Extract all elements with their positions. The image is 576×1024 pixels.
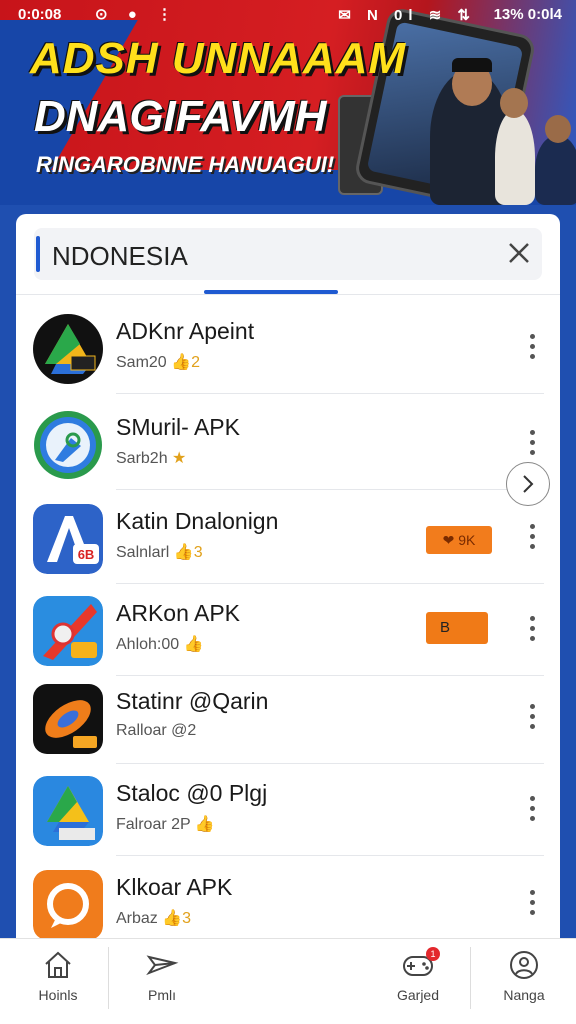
status-left-icons: ⊙ ● ⋮ bbox=[95, 6, 180, 23]
app-title: Statinr @Qarin bbox=[116, 688, 269, 714]
app-subtitle: Ralloar @2 bbox=[116, 722, 197, 739]
status-bar: 0:0:08 ⊙ ● ⋮ ✉ N 0l ≋ ⇅ 13% 0:0l4 bbox=[0, 0, 576, 30]
close-icon[interactable] bbox=[502, 236, 536, 270]
bottom-nav: Hoinls Pmlı 1 Garjed Nanga bbox=[0, 938, 576, 1024]
list-item[interactable]: Statinr @Qarin Ralloar @2 bbox=[16, 670, 560, 764]
status-right-icons: ✉ N 0l ≋ ⇅ bbox=[338, 7, 476, 24]
blue-circle-app-icon bbox=[33, 410, 103, 480]
app-title: SMuril- APK bbox=[116, 414, 240, 440]
banner-tagline: RINGAROBNNE HANUAGUI! bbox=[36, 152, 335, 177]
banner-headline: ADSH UNNAAAM bbox=[30, 34, 407, 83]
nav-label: Hoinls bbox=[38, 987, 78, 1003]
list-item[interactable]: Klkoar APK Arbaz 👍3 bbox=[16, 856, 560, 950]
search-input[interactable]: NDONESIA bbox=[34, 228, 542, 280]
status-time: 0:0:08 bbox=[18, 6, 62, 23]
more-options-icon[interactable] bbox=[528, 524, 536, 552]
nav-profile[interactable]: Nanga bbox=[474, 949, 574, 1019]
banner-person bbox=[495, 110, 535, 205]
divider bbox=[470, 947, 471, 1009]
nav-send[interactable]: Pmlı bbox=[112, 949, 212, 1019]
list-item[interactable]: Staloc @0 Plgj Falroar 2P 👍 bbox=[16, 762, 560, 856]
more-options-icon[interactable] bbox=[528, 890, 536, 918]
svg-text:6B: 6B bbox=[78, 547, 95, 562]
app-subtitle: Sam20 👍2 bbox=[116, 354, 200, 371]
app-title: ADKnr Apeint bbox=[116, 318, 255, 344]
nav-label: Nanga bbox=[503, 987, 545, 1003]
more-options-icon[interactable] bbox=[528, 796, 536, 824]
green-drive-icon bbox=[33, 314, 103, 384]
nav-label: Garjed bbox=[396, 987, 440, 1003]
rocket-app-icon bbox=[33, 596, 103, 666]
dark-orange-app-icon bbox=[33, 684, 103, 754]
app-title: Staloc @0 Plgj bbox=[116, 780, 268, 806]
list-item[interactable]: ARKon APK Ahloh:00 👍 B bbox=[16, 582, 560, 676]
app-list-card: NDONESIA ADKnr Apeint Sam20 👍2 SMuril- A… bbox=[16, 214, 560, 954]
more-options-icon[interactable] bbox=[528, 334, 536, 362]
app-subtitle: Falroar 2P 👍 bbox=[116, 816, 215, 833]
blue-a-app-icon: 6B bbox=[33, 504, 103, 574]
orange-chat-icon bbox=[33, 870, 103, 940]
divider bbox=[108, 947, 109, 1009]
more-options-icon[interactable] bbox=[528, 430, 536, 458]
scroll-button[interactable] bbox=[506, 462, 550, 506]
app-title: ARKon APK bbox=[116, 600, 241, 626]
banner-person-head bbox=[500, 88, 528, 118]
app-subtitle: Arbaz 👍3 bbox=[116, 910, 192, 927]
search-value: NDONESIA bbox=[52, 241, 188, 271]
banner-headline-2: DNAGIFAVMH bbox=[34, 92, 327, 141]
download-badge[interactable]: B bbox=[426, 612, 488, 644]
send-icon bbox=[146, 955, 179, 976]
more-options-icon[interactable] bbox=[528, 704, 536, 732]
nav-home[interactable]: Hoinls bbox=[8, 949, 108, 1019]
list-item[interactable]: 6B Katin Dnalonign Salnlarl 👍3 ❤ 9K bbox=[16, 490, 560, 584]
more-options-icon[interactable] bbox=[528, 616, 536, 644]
status-clock: 13% 0:0l4 bbox=[493, 6, 562, 23]
app-title: Klkoar APK bbox=[116, 874, 233, 900]
list-item[interactable]: ADKnr Apeint Sam20 👍2 bbox=[16, 300, 560, 394]
divider bbox=[116, 393, 544, 394]
divider bbox=[16, 294, 560, 295]
banner-person-cap bbox=[452, 58, 492, 72]
drive-triangle-icon bbox=[33, 776, 103, 846]
app-subtitle: Salnlarl 👍3 bbox=[116, 544, 203, 561]
list-item[interactable]: SMuril- APK Sarb2h ★ bbox=[16, 396, 560, 490]
banner-person bbox=[535, 135, 576, 205]
nav-games[interactable]: 1 Garjed bbox=[368, 947, 468, 1019]
home-icon bbox=[45, 951, 71, 978]
app-title: Katin Dnalonign bbox=[116, 508, 279, 534]
notification-badge: 1 bbox=[426, 947, 440, 961]
app-subtitle: Ahloh:00 👍 bbox=[116, 636, 204, 653]
banner-person-head bbox=[545, 115, 571, 143]
app-subtitle: Sarb2h ★ bbox=[116, 450, 187, 467]
nav-label: Pmlı bbox=[148, 987, 176, 1003]
download-badge[interactable]: ❤ 9K bbox=[426, 526, 492, 554]
text-cursor bbox=[36, 236, 40, 272]
profile-icon bbox=[510, 951, 538, 979]
chevron-right-icon bbox=[523, 475, 534, 493]
promo-banner[interactable]: ADSH UNNAAAM DNAGIFAVMH RINGAROBNNE HANU… bbox=[0, 0, 576, 205]
